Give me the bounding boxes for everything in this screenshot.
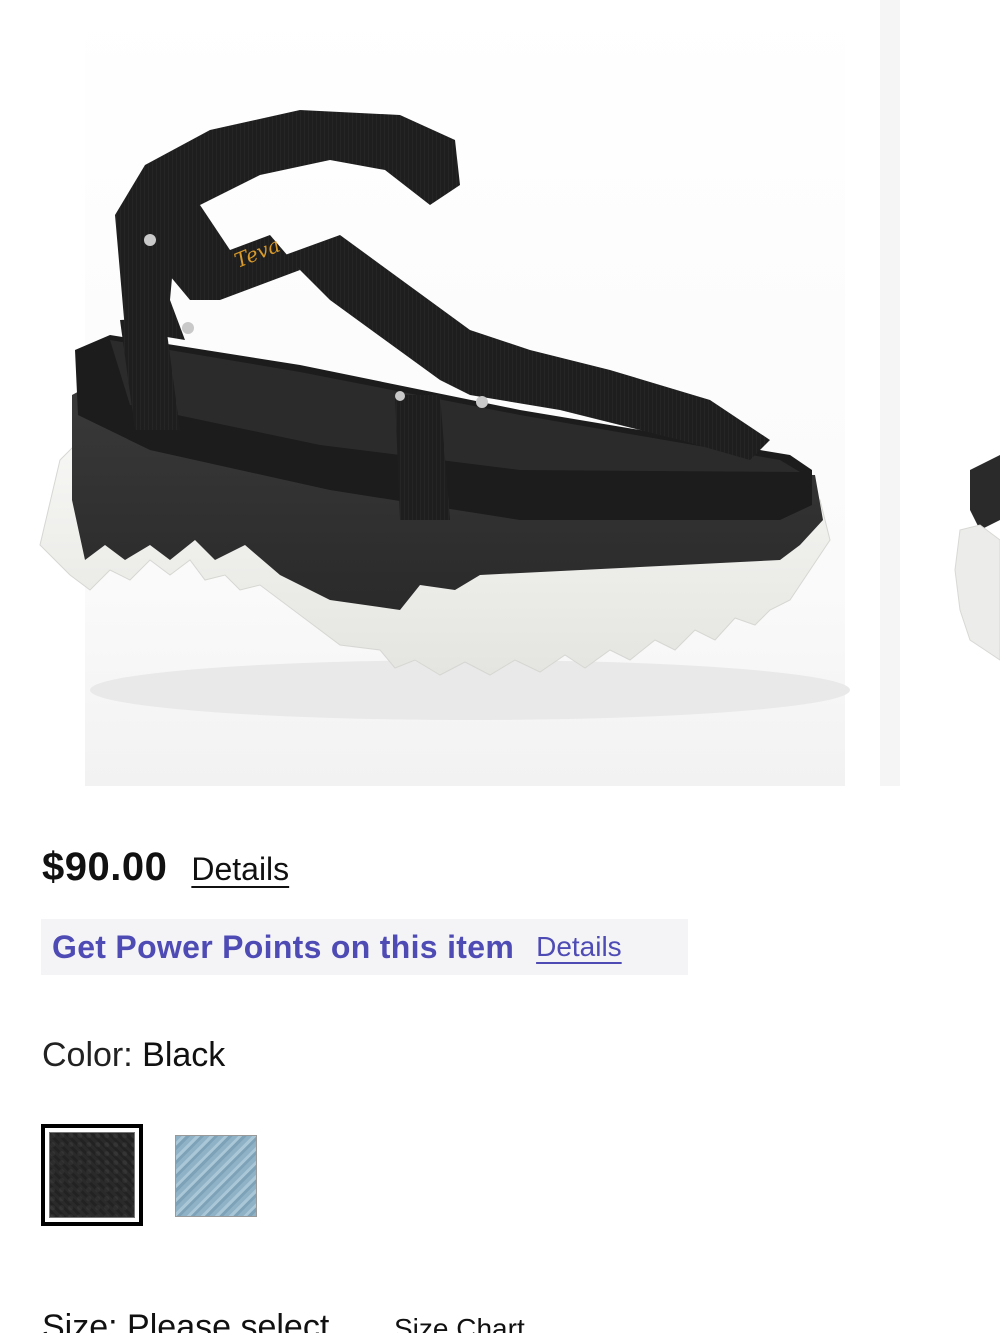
power-points-banner: Get Power Points on this item Details <box>41 919 688 975</box>
size-selected-value: Please select <box>127 1308 330 1333</box>
product-price: $90.00 <box>42 845 168 889</box>
price-details-link[interactable]: Details <box>191 851 289 888</box>
size-label-row: Size: Please select <box>42 1308 329 1333</box>
price-row: $90.00 Details <box>42 845 289 895</box>
color-label: Color: <box>42 1036 143 1074</box>
product-image-main[interactable]: Teva <box>0 0 880 786</box>
swatch-black-fill <box>49 1132 135 1218</box>
carousel-gap <box>880 0 900 786</box>
power-points-text: Get Power Points on this item <box>52 928 515 965</box>
color-selected-value: Black <box>142 1036 226 1074</box>
sandal-image: Teva <box>39 0 850 786</box>
color-label-row: Color: Black <box>42 1036 225 1075</box>
next-image-thumbnail <box>954 455 1000 661</box>
product-page: Teva $90.00 Details Get Power Points on … <box>0 0 1000 1333</box>
color-swatch-light-blue[interactable] <box>175 1135 257 1217</box>
color-swatch-black[interactable] <box>41 1124 143 1226</box>
product-image-next-peek[interactable] <box>900 0 1000 786</box>
size-chart-link[interactable]: Size Chart <box>394 1313 525 1333</box>
power-points-details-link[interactable]: Details <box>536 931 622 963</box>
size-label: Size: <box>42 1308 128 1333</box>
product-image-carousel[interactable]: Teva <box>0 0 1000 786</box>
